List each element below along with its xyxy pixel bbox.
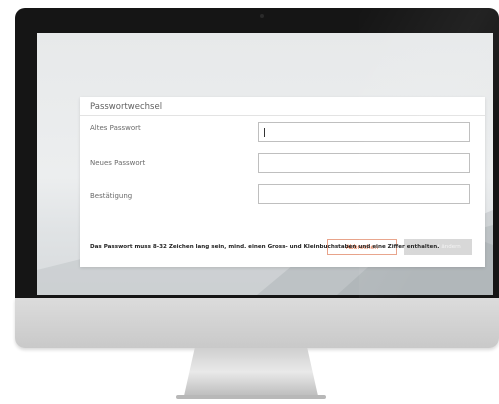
monitor-bezel: Passwortwechsel Altes Passwort Neues Pas… bbox=[15, 8, 499, 298]
screen: Passwortwechsel Altes Passwort Neues Pas… bbox=[37, 33, 493, 295]
monitor-stand bbox=[184, 348, 318, 396]
confirm-password-input[interactable] bbox=[258, 184, 470, 204]
change-password-button[interactable]: Passwort ändern bbox=[404, 239, 472, 255]
imac-device: Passwortwechsel Altes Passwort Neues Pas… bbox=[15, 8, 499, 348]
card-divider bbox=[80, 115, 485, 116]
monitor-stand-base bbox=[176, 395, 326, 399]
new-password-input[interactable] bbox=[258, 153, 470, 173]
confirm-password-label: Bestätigung bbox=[90, 192, 133, 200]
old-password-input[interactable] bbox=[258, 122, 470, 142]
password-hint: Das Passwort muss 8-32 Zeichen lang sein… bbox=[90, 244, 440, 250]
camera-dot bbox=[260, 14, 264, 18]
old-password-label: Altes Passwort bbox=[90, 124, 141, 132]
monitor-chin bbox=[15, 298, 499, 348]
new-password-label: Neues Passwort bbox=[90, 159, 146, 167]
password-change-card: Passwortwechsel Altes Passwort Neues Pas… bbox=[80, 97, 485, 267]
card-title: Passwortwechsel bbox=[90, 102, 163, 112]
text-caret bbox=[264, 128, 265, 137]
